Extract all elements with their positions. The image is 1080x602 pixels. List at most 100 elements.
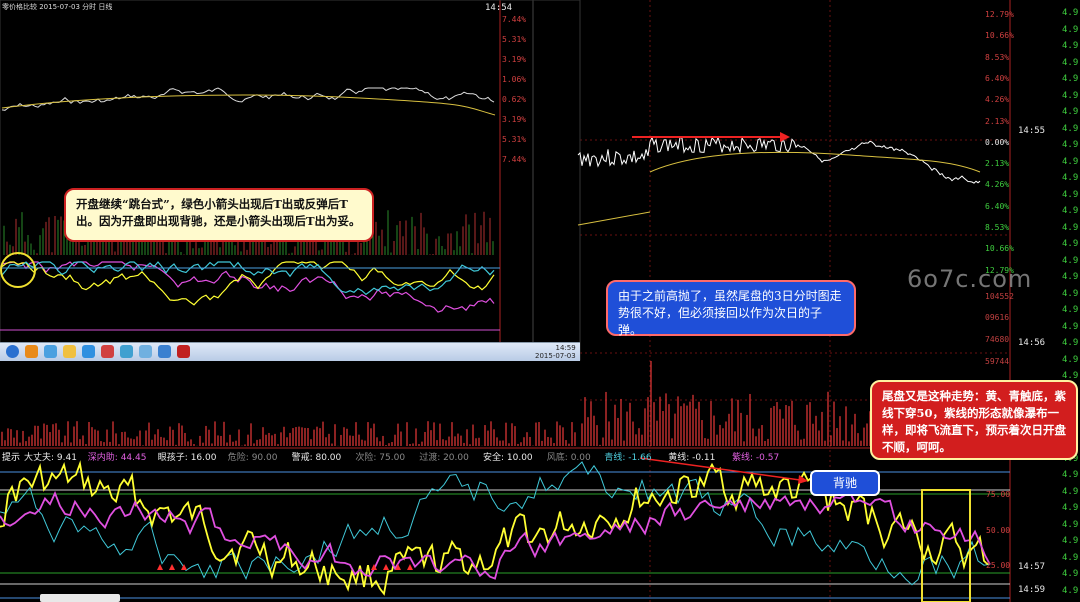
inner-price-tick: 1.06% — [502, 75, 527, 84]
side-price: 4.9 — [1062, 321, 1079, 332]
side-price: 4.9 — [1062, 140, 1079, 150]
inner-time-label: 14:54 — [485, 3, 513, 13]
time-label-2: 14:56 — [1018, 338, 1046, 348]
indicator-item: 警戒: 80.00 — [291, 453, 342, 463]
chart-canvas — [0, 0, 1011, 602]
time-label-3: 14:57 — [1018, 562, 1046, 572]
app5-icon[interactable] — [158, 345, 171, 358]
taskbar-clock-time: 14:59 — [555, 344, 576, 352]
price-tick: 8.53% — [985, 52, 1010, 62]
side-price: 4.9 — [1062, 239, 1079, 249]
watermark: 6o7c.com — [907, 265, 1033, 293]
side-price: 4.9 — [1062, 585, 1079, 596]
folder-icon[interactable] — [63, 345, 76, 358]
side-price: 4.9 — [1062, 222, 1079, 233]
side-price: 4.9 — [1062, 519, 1079, 530]
price-tick: 4.26% — [985, 95, 1010, 105]
side-price: 4.9 — [1062, 90, 1079, 101]
indicator-item: 风底: 0.00 — [546, 453, 591, 463]
side-price: 4.9 — [1062, 569, 1079, 579]
inner-toolbar-fragment — [40, 594, 120, 602]
price-tick: 6.40% — [985, 73, 1010, 83]
ind-scale-75: 75.00 — [986, 490, 1011, 499]
price-tick: 0.00% — [985, 137, 1010, 147]
time-label-1: 14:55 — [1018, 126, 1046, 136]
indicator-item: 眼孩子: 16.00 — [157, 453, 217, 463]
inner-price-tick: 3.19% — [502, 55, 527, 64]
side-price: 4.9 — [1062, 206, 1079, 216]
buy-arrow-0 — [157, 564, 163, 570]
inner-price-tick: 5.31% — [502, 135, 527, 144]
inner-window-title: 零价格比较 2015-07-03 分时 日线 — [2, 3, 113, 11]
side-price: 4.9 — [1062, 189, 1079, 200]
side-price: 4.9 — [1062, 272, 1079, 282]
app-icon[interactable] — [25, 345, 38, 358]
side-price: 4.9 — [1062, 123, 1079, 134]
indicator-item: 紫线: -0.57 — [732, 453, 780, 463]
side-price: 4.9 — [1062, 552, 1079, 563]
ind-scale-25: 25.00 — [986, 561, 1011, 570]
side-price: 4.9 — [1062, 156, 1079, 167]
price-tick: 4.26% — [985, 180, 1010, 190]
divergence-label: 背驰 — [810, 470, 880, 496]
taskbar-clock: 14:59 2015-07-03 — [535, 344, 576, 360]
side-price: 4.9 — [1062, 288, 1079, 299]
inner-ind-line-0 — [1, 261, 495, 313]
price-tick: 2.13% — [985, 116, 1010, 126]
buy-arrow-4 — [383, 564, 389, 570]
app6-icon[interactable] — [177, 345, 190, 358]
app4-icon[interactable] — [120, 345, 133, 358]
highlight-box — [921, 489, 971, 602]
indicator-item: 危险: 90.00 — [227, 453, 278, 463]
cloud-icon[interactable] — [139, 345, 152, 358]
price-tick: 2.13% — [985, 159, 1010, 169]
price-tick: 12.79% — [985, 10, 1014, 19]
side-price: 4.9 — [1062, 486, 1079, 497]
indicator-item: 次险: 75.00 — [355, 453, 406, 463]
vol-label-3: 74680 — [985, 335, 1010, 344]
side-price: 4.9 — [1062, 470, 1079, 480]
side-price: 4.9 — [1062, 536, 1079, 546]
buy-arrow-1 — [169, 564, 175, 570]
inner-price-tick: 7.44% — [502, 155, 527, 164]
vol-label-1: 104552 — [985, 292, 1014, 301]
inner-price-tick: 7.44% — [502, 15, 527, 24]
app2-icon[interactable] — [82, 345, 95, 358]
note-tail-pattern: 尾盘又是这种走势：黄、青触底，紫线下穿50，紫线的形态就像瀑布一样，即将飞流直下… — [870, 380, 1078, 460]
side-price: 4.9 — [1062, 107, 1079, 117]
indicator-item: 大丈夫: 9.41 — [24, 453, 77, 463]
indicator-name: 提示 — [2, 453, 21, 463]
taskbar-clock-date: 2015-07-03 — [535, 352, 576, 360]
browser-icon[interactable] — [44, 345, 57, 358]
indicator-item: 深内助: 44.45 — [87, 453, 147, 463]
indicator-item: 安全: 10.00 — [483, 453, 533, 463]
inner-price-tick: 5.31% — [502, 35, 527, 44]
price-tick: 8.53% — [985, 223, 1010, 232]
side-price: 4.9 — [1062, 57, 1079, 68]
side-price: 4.9 — [1062, 338, 1079, 348]
side-price: 4.9 — [1062, 24, 1079, 35]
start-icon[interactable] — [6, 345, 19, 358]
inner-screenshot-frame — [0, 0, 581, 361]
side-price: 4.9 — [1062, 255, 1079, 266]
inner-price-tick: 3.19% — [502, 115, 527, 124]
time-label-4: 14:59 — [1018, 585, 1046, 595]
vol-label-2: 09616 — [985, 313, 1010, 322]
side-price: 4.9 — [1062, 173, 1079, 183]
inner-price-tick: 0.62% — [502, 95, 527, 104]
avg-price-line — [577, 151, 981, 226]
side-price: 4.9 — [1062, 8, 1079, 18]
price-tick: 10.66% — [985, 31, 1014, 41]
note-open: 开盘继续“跳台式”，绿色小箭头出现后T出或反弹后T出。因为开盘即出现背驰，还是小… — [64, 188, 374, 242]
inner-price-line — [1, 87, 495, 111]
side-price: 4.9 — [1062, 354, 1079, 365]
magenta-line — [0, 490, 991, 580]
app3-icon[interactable] — [101, 345, 114, 358]
ind-scale-50: 50.00 — [986, 526, 1011, 535]
note-tail: 由于之前高抛了，虽然尾盘的3日分时图走势很不好，但必须接回以作为次日的子弹。 — [606, 280, 856, 337]
side-price: 4.9 — [1062, 74, 1079, 84]
side-price: 4.9 — [1062, 41, 1079, 51]
side-price: 4.9 — [1062, 305, 1079, 315]
price-tick: 10.66% — [985, 244, 1014, 254]
indicator-item: 过渡: 20.00 — [419, 453, 469, 463]
